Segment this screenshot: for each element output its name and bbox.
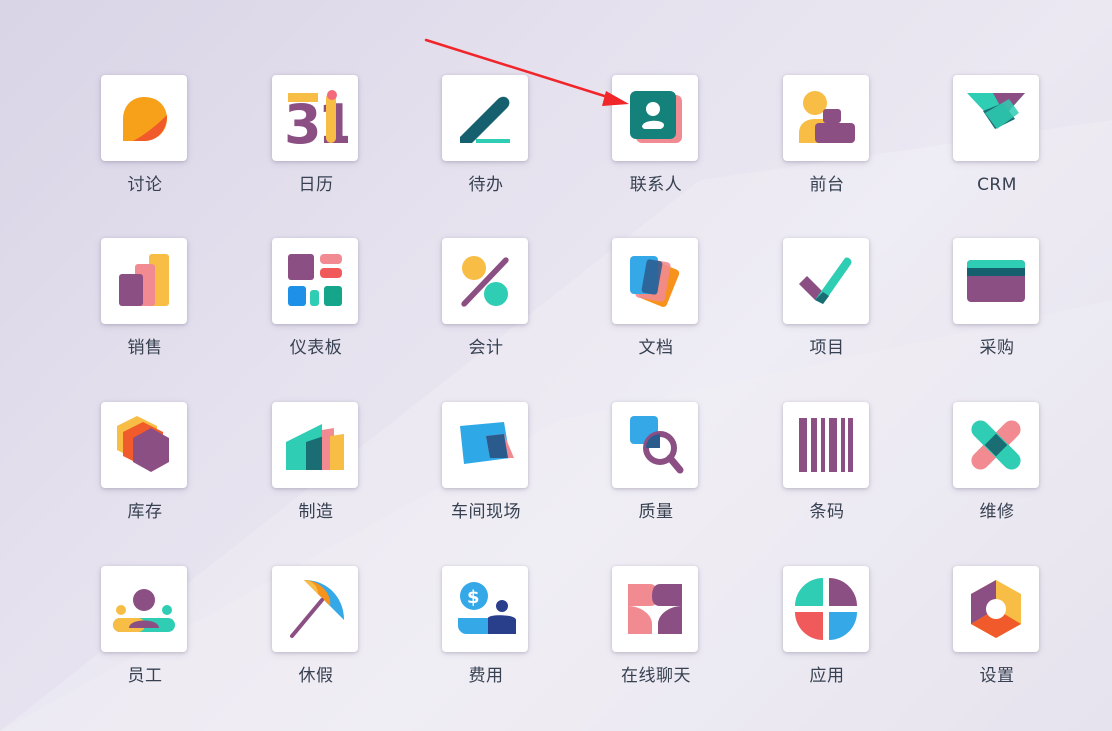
app-frontdesk[interactable]: 前台 <box>762 75 892 215</box>
app-tile[interactable]: 31 <box>272 75 358 161</box>
app-label: 待办 <box>468 175 504 195</box>
inventory-icon <box>117 416 169 472</box>
app-label: 前台 <box>809 175 845 195</box>
app-label: 维修 <box>979 502 1015 522</box>
app-label: 会计 <box>468 338 504 358</box>
maintenance-icon <box>971 420 1021 470</box>
app-livechat[interactable]: 在线聊天 <box>591 566 721 706</box>
app-tile[interactable]: $ <box>442 566 528 652</box>
svg-text:$: $ <box>467 587 480 608</box>
app-label: 设置 <box>979 666 1015 686</box>
app-barcode[interactable]: 条码 <box>762 402 892 542</box>
app-tile[interactable] <box>101 75 187 161</box>
app-dashboard[interactable]: 仪表板 <box>251 238 381 378</box>
app-tile[interactable] <box>953 402 1039 488</box>
app-crm[interactable]: CRM <box>932 75 1062 215</box>
app-tile[interactable] <box>612 566 698 652</box>
app-label: 在线聊天 <box>621 666 691 686</box>
app-tile[interactable] <box>272 402 358 488</box>
app-documents[interactable]: 文档 <box>591 238 721 378</box>
project-icon <box>799 257 852 304</box>
crm-icon <box>967 93 1025 129</box>
app-label: 质量 <box>638 502 674 522</box>
app-grid: 讨论 31 日历 待办 联系人 前台 CRM 销售 仪表板 会计 文档 项目 采… <box>0 0 1112 731</box>
contacts-icon <box>630 91 682 143</box>
frontdesk-icon <box>799 91 855 143</box>
app-contacts[interactable]: 联系人 <box>591 75 721 215</box>
app-purchase[interactable]: 采购 <box>932 238 1062 378</box>
app-tile[interactable] <box>783 238 869 324</box>
purchase-icon <box>967 260 1025 302</box>
employees-icon <box>113 589 175 632</box>
livechat-icon <box>628 584 682 634</box>
accounting-icon <box>461 256 509 307</box>
app-project[interactable]: 项目 <box>762 238 892 378</box>
app-sales[interactable]: 销售 <box>80 238 210 378</box>
app-label: 条码 <box>809 502 845 522</box>
app-tile[interactable] <box>101 566 187 652</box>
app-accounting[interactable]: 会计 <box>421 238 551 378</box>
app-settings[interactable]: 设置 <box>932 566 1062 706</box>
app-tile[interactable] <box>612 238 698 324</box>
timeoff-icon <box>290 580 344 638</box>
discuss-icon <box>123 97 167 141</box>
sales-icon <box>119 254 169 306</box>
app-tile[interactable] <box>442 238 528 324</box>
app-label: 销售 <box>127 338 163 358</box>
app-tile[interactable] <box>101 402 187 488</box>
app-calendar[interactable]: 31 日历 <box>251 75 381 215</box>
app-label: 联系人 <box>629 175 683 195</box>
app-label: CRM <box>977 175 1017 195</box>
shopfloor-icon <box>460 422 514 464</box>
app-label: 休假 <box>298 666 334 686</box>
app-label: 库存 <box>127 502 163 522</box>
app-shopfloor[interactable]: 车间现场 <box>421 402 551 542</box>
app-tile[interactable] <box>442 75 528 161</box>
app-label: 制造 <box>298 502 334 522</box>
app-label: 日历 <box>298 175 334 195</box>
app-timeoff[interactable]: 休假 <box>251 566 381 706</box>
settings-icon <box>971 580 1021 638</box>
app-tile[interactable] <box>783 402 869 488</box>
todo-icon <box>460 96 510 143</box>
calendar-icon: 31 <box>284 90 348 151</box>
app-label: 费用 <box>468 666 504 686</box>
app-maintenance[interactable]: 维修 <box>932 402 1062 542</box>
documents-icon <box>630 256 680 307</box>
app-label: 采购 <box>979 338 1015 358</box>
expenses-icon: $ <box>458 582 516 634</box>
app-manufacturing[interactable]: 制造 <box>251 402 381 542</box>
app-label: 车间现场 <box>451 502 521 522</box>
app-label: 讨论 <box>127 175 163 195</box>
app-apps[interactable]: 应用 <box>762 566 892 706</box>
app-label: 应用 <box>809 666 845 686</box>
app-todo[interactable]: 待办 <box>421 75 551 215</box>
quality-icon <box>630 416 684 474</box>
app-tile[interactable] <box>953 75 1039 161</box>
app-label: 仪表板 <box>289 338 343 358</box>
app-label: 项目 <box>809 338 845 358</box>
app-quality[interactable]: 质量 <box>591 402 721 542</box>
app-tile[interactable] <box>612 402 698 488</box>
app-tile[interactable] <box>612 75 698 161</box>
app-employees[interactable]: 员工 <box>80 566 210 706</box>
barcode-icon <box>799 418 853 472</box>
apps-icon <box>795 578 857 640</box>
app-tile[interactable] <box>953 238 1039 324</box>
app-tile[interactable] <box>783 75 869 161</box>
app-inventory[interactable]: 库存 <box>80 402 210 542</box>
manufacturing-icon <box>286 424 344 470</box>
app-discuss[interactable]: 讨论 <box>80 75 210 215</box>
app-tile[interactable] <box>101 238 187 324</box>
app-expenses[interactable]: $ 费用 <box>421 566 551 706</box>
dashboard-icon <box>288 254 342 306</box>
app-tile[interactable] <box>783 566 869 652</box>
app-tile[interactable] <box>272 566 358 652</box>
app-tile[interactable] <box>953 566 1039 652</box>
app-tile[interactable] <box>442 402 528 488</box>
app-label: 员工 <box>127 666 163 686</box>
app-label: 文档 <box>638 338 674 358</box>
app-tile[interactable] <box>272 238 358 324</box>
